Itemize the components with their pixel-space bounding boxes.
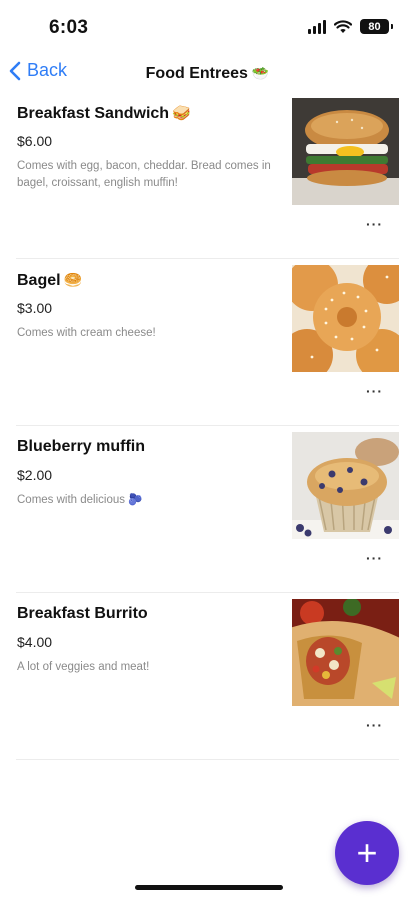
status-time: 6:03 (49, 17, 89, 38)
item-description: Comes with delicious 🫐 (17, 494, 143, 506)
add-item-button[interactable]: + (335, 821, 399, 885)
item-price: $6.00 (17, 133, 53, 149)
battery-level: 80 (368, 20, 381, 33)
item-description: Comes with egg, bacon, cheddar. Bread co… (17, 160, 271, 189)
status-bar: 6:03 80 (0, 0, 415, 52)
wifi-icon (334, 19, 352, 33)
bagel-emoji: 🥯 (63, 272, 83, 289)
more-options-button[interactable]: ··· (366, 216, 383, 232)
battery-icon: 80 (360, 19, 393, 34)
breakfast-burrito-photo (292, 599, 399, 706)
list-item[interactable]: Breakfast Burrito $4.00 A lot of veggies… (16, 593, 399, 760)
list-item[interactable]: Bagel 🥯 $3.00 Comes with cream cheese! ··… (16, 259, 399, 426)
breakfast-sandwich-photo (292, 98, 399, 205)
cellular-signal-icon (308, 19, 326, 34)
list-item[interactable]: Blueberry muffin $2.00 Comes with delici… (16, 426, 399, 593)
status-icons: 80 (308, 19, 393, 34)
page-title-text: Food Entrees (145, 65, 248, 82)
more-options-button[interactable]: ··· (366, 550, 383, 566)
item-name: Breakfast Burrito (17, 605, 148, 622)
bagel-photo (292, 265, 399, 372)
page-title: Food Entrees 🥗 (0, 65, 415, 83)
home-indicator (135, 885, 283, 890)
more-options-button[interactable]: ··· (366, 717, 383, 733)
item-price: $3.00 (17, 300, 53, 316)
blueberry-muffin-photo (292, 432, 399, 539)
item-description: A lot of veggies and meat! (17, 661, 150, 673)
nav-bar: Back Food Entrees 🥗 (0, 56, 415, 92)
more-options-button[interactable]: ··· (366, 383, 383, 399)
item-price: $2.00 (17, 467, 53, 483)
sandwich-emoji: 🥪 (172, 105, 191, 122)
item-name: Bagel 🥯 (17, 272, 83, 289)
item-name: Breakfast Sandwich 🥪 (17, 105, 191, 122)
item-price: $4.00 (17, 634, 53, 650)
menu-list: Breakfast Sandwich 🥪 $6.00 Comes with egg… (0, 92, 415, 760)
item-description: Comes with cream cheese! (17, 327, 156, 339)
plus-icon: + (356, 832, 378, 873)
list-item[interactable]: Breakfast Sandwich 🥪 $6.00 Comes with egg… (16, 92, 399, 259)
salad-emoji: 🥗 (251, 65, 270, 81)
item-name: Blueberry muffin (17, 438, 146, 455)
